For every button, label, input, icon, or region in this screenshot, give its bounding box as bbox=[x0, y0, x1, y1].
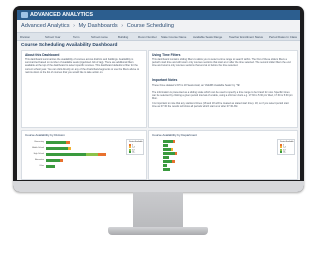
breadcrumb-item[interactable]: Course Scheduling bbox=[127, 23, 174, 29]
category-label: High School bbox=[33, 153, 44, 155]
category-label: Alternative bbox=[35, 159, 44, 161]
filter-dropdown[interactable]: Room Number bbox=[138, 35, 157, 39]
about-heading: About this Dashboard bbox=[25, 53, 60, 57]
legend-label: 10+ bbox=[132, 151, 136, 154]
about-text: This dashboard summarizes the availabili… bbox=[25, 58, 140, 74]
department-chart-panel: Course Availability by Department Seats … bbox=[148, 130, 298, 180]
filter-dropdown[interactable]: Teacher Enrollment Status bbox=[229, 35, 263, 39]
bar-segment[interactable] bbox=[60, 159, 63, 162]
bar-segment[interactable] bbox=[66, 141, 70, 144]
monitor-stand bbox=[133, 192, 183, 228]
monitor-stand-base bbox=[108, 227, 208, 235]
filter-dropdown[interactable]: State Course Name bbox=[161, 35, 186, 39]
important-heading: Important Notes bbox=[152, 78, 178, 82]
legend-item: 10+ bbox=[280, 151, 286, 154]
bar-segment[interactable] bbox=[46, 153, 86, 156]
breadcrumb: Advanced Analytics › My Dashboards › Cou… bbox=[21, 23, 176, 30]
bar-segment[interactable] bbox=[46, 159, 60, 162]
bar-segment[interactable] bbox=[173, 140, 175, 143]
filter-dropdown[interactable]: Division bbox=[20, 35, 30, 39]
bar-segment[interactable] bbox=[46, 141, 66, 144]
time-filters-heading: Using Time Filters bbox=[152, 53, 181, 57]
bar-segment[interactable] bbox=[163, 140, 173, 143]
brand-name: ADVANCED ANALYTICS bbox=[30, 11, 94, 18]
page-title: Course Scheduling Availability Dashboard bbox=[21, 43, 118, 48]
important-line: It is important to note that any start/e… bbox=[152, 102, 289, 109]
chart-legend: Seats Available 0 1-4 5-9 10+ bbox=[126, 139, 144, 156]
chart-title: Course Availability by Division bbox=[25, 133, 65, 137]
breadcrumb-item[interactable]: My Dashboards bbox=[79, 23, 118, 29]
time-filters-text: This dashboard contains sliding filters … bbox=[152, 58, 291, 68]
chart-title: Course Availability by Department bbox=[152, 133, 197, 137]
category-label: Other bbox=[39, 165, 44, 167]
filter-bar: Division School Year Term School name Bu… bbox=[17, 32, 300, 41]
bar-segment[interactable] bbox=[163, 156, 169, 159]
legend-item: 10+ bbox=[129, 151, 135, 154]
filter-dropdown[interactable]: Period Dates In Class bbox=[269, 35, 297, 39]
bar-segment[interactable] bbox=[172, 160, 175, 163]
about-panel: About this Dashboard This dashboard summ… bbox=[21, 50, 147, 128]
filter-dropdown[interactable]: School Year bbox=[45, 35, 60, 39]
division-chart-panel: Course Availability by Division Elementa… bbox=[21, 130, 147, 180]
brand-logo-icon bbox=[21, 12, 28, 18]
category-label: Elementary bbox=[34, 141, 44, 143]
important-line: These three dataset's KPI is 18 Seats Av… bbox=[152, 84, 240, 87]
bar-segment[interactable] bbox=[68, 147, 71, 150]
bar-segment[interactable] bbox=[163, 168, 170, 171]
monitor-chin bbox=[13, 181, 304, 192]
bar-segment[interactable] bbox=[46, 165, 55, 168]
filter-dropdown[interactable]: Term bbox=[73, 35, 79, 39]
breadcrumb-item[interactable]: Advanced Analytics bbox=[21, 23, 70, 29]
bar-segment[interactable] bbox=[46, 147, 68, 150]
legend-label: 10+ bbox=[283, 151, 287, 154]
chevron-right-icon: › bbox=[121, 23, 124, 29]
legend-swatch bbox=[280, 151, 282, 154]
notes-panel: Using Time Filters This dashboard contai… bbox=[148, 50, 298, 128]
chevron-right-icon: › bbox=[73, 23, 75, 29]
bar-segment[interactable] bbox=[175, 152, 177, 155]
app-header: ADVANCED ANALYTICS bbox=[17, 10, 300, 20]
filter-dropdown[interactable]: Building bbox=[118, 35, 128, 39]
bar-segment[interactable] bbox=[163, 164, 167, 167]
category-label: Middle School bbox=[32, 147, 44, 149]
bar-segment[interactable] bbox=[163, 144, 168, 147]
bar-segment[interactable] bbox=[86, 153, 98, 156]
bar-segment[interactable] bbox=[98, 153, 106, 156]
bar-segment[interactable] bbox=[163, 152, 175, 155]
legend-swatch bbox=[129, 151, 131, 154]
bar-segment[interactable] bbox=[163, 148, 171, 151]
important-line: The information is presented as a slidin… bbox=[152, 91, 293, 101]
filter-dropdown[interactable]: Available Seats Range bbox=[193, 35, 222, 39]
bar-segment[interactable] bbox=[163, 160, 172, 163]
bar-segment[interactable] bbox=[171, 148, 173, 151]
filter-dropdown[interactable]: School name bbox=[91, 35, 108, 39]
screen: ADVANCED ANALYTICS Advanced Analytics › … bbox=[17, 10, 300, 180]
chart-legend: Seats Available 0 1-4 5-9 10+ bbox=[277, 139, 295, 156]
